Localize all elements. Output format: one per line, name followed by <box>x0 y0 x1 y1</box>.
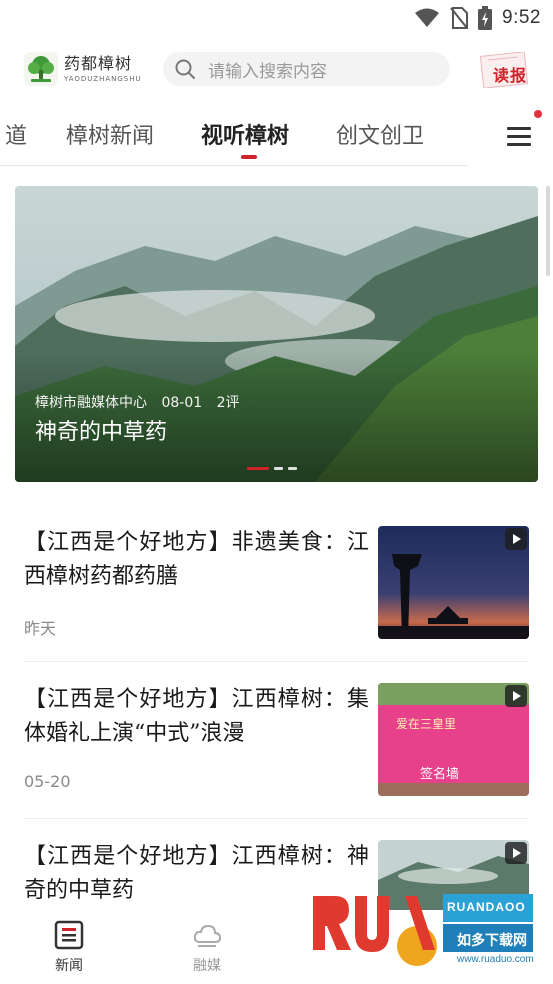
status-time: 9:52 <box>502 7 541 28</box>
scrollbar-thumb[interactable] <box>546 186 550 276</box>
carousel-dot[interactable] <box>288 467 297 470</box>
battery-charging-icon <box>478 6 493 30</box>
news-title: 【江西是个好地方】非遗美食：江西樟树药都药膳 <box>24 530 369 589</box>
featured-banner[interactable]: 樟树市融媒体中心 08-01 2评 神奇的中草药 <box>15 186 538 482</box>
watermark-logo: RUANDAOO 如多下载网 www.ruaduo.com <box>305 888 545 980</box>
nav-news[interactable]: 新闻 <box>34 920 104 975</box>
watermark-cn: 如多下载网 <box>457 933 527 949</box>
news-item[interactable]: 【江西是个好地方】非遗美食：江西樟树药都药膳 昨天 <box>24 526 529 641</box>
play-icon <box>505 528 527 550</box>
tab-zhangshu-news[interactable]: 樟树新闻 <box>66 118 154 150</box>
play-icon <box>505 685 527 707</box>
logo-subtitle: YAODUZHANGSHU <box>64 75 142 83</box>
read-label: 读报 <box>493 66 528 85</box>
banner-meta: 樟树市融媒体中心 08-01 2评 <box>35 392 250 412</box>
news-title: 【江西是个好地方】江西樟树：集体婚礼上演“中式”浪漫 <box>24 687 369 746</box>
news-date: 昨天 <box>24 619 57 638</box>
banner-date: 08-01 <box>161 395 203 411</box>
news-thumbnail <box>378 526 529 639</box>
tree-logo-icon <box>24 52 58 86</box>
nav-news-label: 新闻 <box>55 958 83 974</box>
banner-comments: 2评 <box>216 395 240 411</box>
tab-chuangwen[interactable]: 创文创卫 <box>336 118 424 150</box>
news-item[interactable]: 【江西是个好地方】江西樟树：集体婚礼上演“中式”浪漫 05-20 爱在三皇里 签… <box>24 683 529 798</box>
tabs-divider <box>0 165 468 166</box>
tab-shiting-zhangshu[interactable]: 视听樟树 <box>201 118 289 150</box>
status-bar: 9:52 <box>0 0 553 36</box>
search-input[interactable]: 请输入搜索内容 <box>163 52 450 86</box>
news-icon <box>54 920 84 950</box>
app-logo[interactable]: 药都樟树 YAODUZHANGSHU <box>24 52 142 86</box>
watermark-logo-text: RUANDAOO <box>447 900 526 914</box>
banner-source: 樟树市融媒体中心 <box>35 395 147 411</box>
app-header: 药都樟树 YAODUZHANGSHU 请输入搜索内容 读报 <box>0 40 553 100</box>
divider <box>24 818 529 819</box>
read-newspaper-button[interactable]: 读报 <box>478 52 534 88</box>
search-placeholder: 请输入搜索内容 <box>208 61 327 82</box>
nav-media-label: 融媒 <box>193 958 221 974</box>
news-thumbnail: 爱在三皇里 签名墙 <box>378 683 529 796</box>
thumb-banner-text: 爱在三皇里 <box>396 717 457 731</box>
watermark-url: www.ruaduo.com <box>457 954 534 965</box>
no-sim-icon <box>450 7 469 29</box>
logo-title: 药都樟树 <box>64 54 133 73</box>
thumb-sign-text: 签名墙 <box>420 767 460 782</box>
divider <box>24 661 529 662</box>
tab-dao[interactable]: 道 <box>5 118 27 150</box>
wifi-icon <box>415 8 440 27</box>
nav-media[interactable]: 融媒 <box>172 920 242 975</box>
carousel-dots <box>247 467 297 470</box>
active-tab-indicator <box>241 155 257 159</box>
play-icon <box>505 842 527 864</box>
notification-dot <box>534 110 542 118</box>
carousel-dot-active[interactable] <box>247 467 269 470</box>
cloud-icon <box>192 920 222 950</box>
channel-tabs: 道 樟树新闻 视听樟树 创文创卫 <box>0 110 553 166</box>
banner-title: 神奇的中草药 <box>35 420 168 445</box>
carousel-dot[interactable] <box>274 467 283 470</box>
channel-menu-button[interactable] <box>500 122 540 152</box>
search-icon <box>175 59 195 79</box>
news-date: 05-20 <box>24 772 71 791</box>
